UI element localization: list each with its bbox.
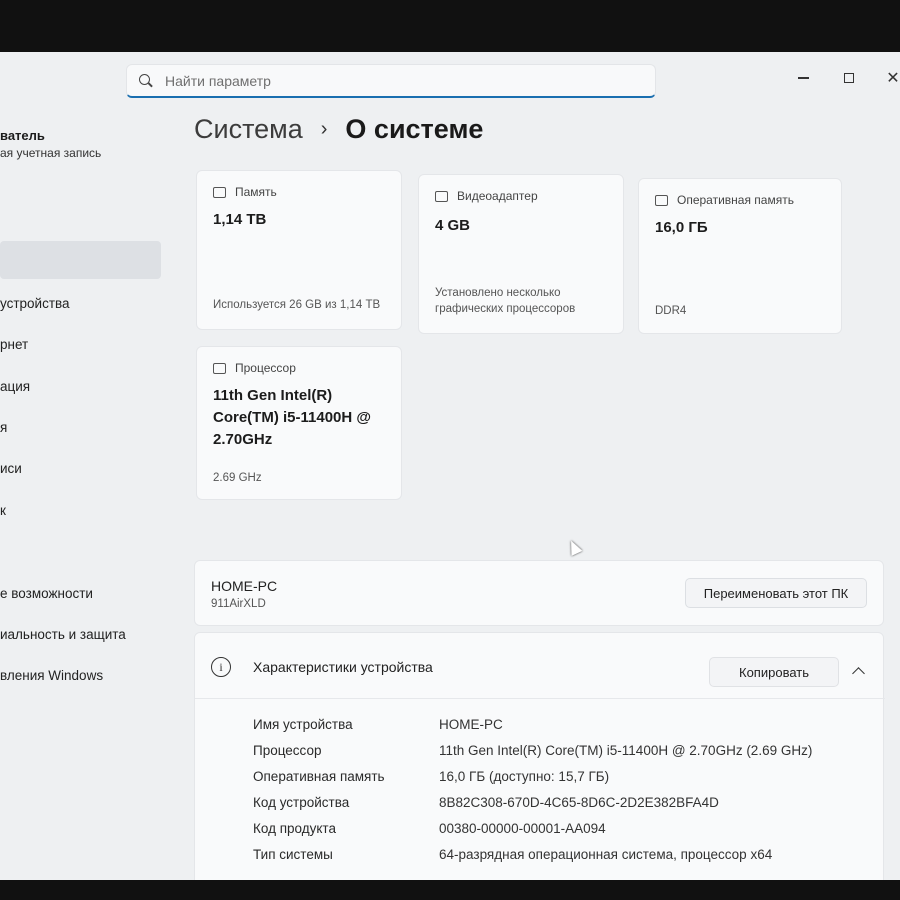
pc-model: 911AirXLD	[211, 598, 266, 610]
ram-value: 16,0 ГБ	[655, 219, 708, 236]
cpu-card[interactable]: Процессор 11th Gen Intel(R) Core(TM) i5-…	[196, 346, 402, 500]
spec-value: 16,0 ГБ (доступно: 15,7 ГБ)	[439, 769, 610, 784]
storage-card-title: Память	[235, 185, 277, 199]
copy-button[interactable]: Копировать	[709, 657, 839, 687]
storage-usage: Используется 26 GB из 1,14 TB	[213, 299, 381, 311]
spec-row-system-type: Тип системы 64-разрядная операционная си…	[253, 847, 873, 873]
spec-label: Код устройства	[253, 795, 350, 810]
spec-label: Код продукта	[253, 821, 336, 836]
spec-value: 64-разрядная операционная система, проце…	[439, 847, 773, 862]
pc-name: HOME-PC	[211, 578, 278, 594]
storage-value: 1,14 TB	[213, 211, 267, 228]
sidebar-item-apps[interactable]: я	[0, 420, 7, 435]
minimize-icon	[797, 77, 809, 79]
ram-type: DDR4	[655, 305, 687, 317]
sidebar-item-network[interactable]: рнет	[0, 337, 28, 352]
mouse-cursor-icon	[565, 538, 583, 556]
search-box[interactable]	[126, 64, 656, 98]
cpu-value: 11th Gen Intel(R) Core(TM) i5-11400H @ 2…	[213, 387, 372, 448]
spec-row-device-name: Имя устройства HOME-PC	[253, 717, 873, 743]
search-icon	[139, 73, 153, 88]
spec-label: Тип системы	[253, 847, 333, 862]
device-specifications-header[interactable]: i Характеристики устройства Копировать	[195, 633, 885, 699]
cpu-card-title: Процессор	[235, 361, 296, 375]
spec-label: Процессор	[253, 743, 322, 758]
sidebar-item-privacy-security[interactable]: иальность и защита	[0, 627, 126, 642]
sidebar-item-accounts[interactable]: иси	[0, 461, 22, 476]
breadcrumb-parent[interactable]: Система	[194, 114, 303, 145]
cpu-card-header: Процессор	[213, 361, 296, 375]
settings-window: ✕ ватель ая учетная запись устройства рн…	[0, 52, 900, 880]
spec-row-product-id: Код продукта 00380-00000-00001-AA094	[253, 821, 873, 847]
close-button[interactable]: ✕	[878, 66, 900, 90]
breadcrumb-separator: ›	[320, 118, 328, 140]
minimize-button[interactable]	[788, 66, 818, 90]
spec-value: 11th Gen Intel(R) Core(TM) i5-11400H @ 2…	[439, 743, 813, 758]
search-input[interactable]	[165, 72, 645, 89]
gpu-card-header: Видеоадаптер	[435, 189, 538, 203]
processor-icon	[213, 362, 226, 374]
gpu-value: 4 GB	[435, 217, 471, 234]
spec-row-processor: Процессор 11th Gen Intel(R) Core(TM) i5-…	[253, 743, 873, 769]
gpu-note: Установлено несколько графических процес…	[435, 287, 576, 315]
sidebar-item-devices[interactable]: устройства	[0, 296, 70, 311]
maximize-button[interactable]	[834, 66, 864, 90]
spec-label: Оперативная память	[253, 769, 385, 784]
cpu-frequency: 2.69 GHz	[213, 472, 262, 484]
screen-bezel-top	[0, 0, 900, 52]
device-specifications-panel: i Характеристики устройства Копировать И…	[194, 632, 885, 880]
ram-card-title: Оперативная память	[677, 193, 794, 207]
sidebar-item-accessibility[interactable]: е возможности	[0, 586, 93, 601]
ram-icon	[655, 194, 668, 206]
sidebar-item-windows-update[interactable]: вления Windows	[0, 668, 103, 683]
ram-card-header: Оперативная память	[655, 193, 794, 207]
pc-name-panel: HOME-PC 911AirXLD Переименовать этот ПК	[194, 560, 884, 626]
gpu-card-title: Видеоадаптер	[457, 189, 538, 203]
info-icon: i	[211, 657, 231, 677]
spec-label: Имя устройства	[253, 717, 353, 732]
display-adapter-icon	[435, 190, 448, 202]
sidebar-item-personalization[interactable]: ация	[0, 379, 30, 394]
close-icon: ✕	[886, 70, 900, 87]
sidebar: ватель ая учетная запись устройства рнет…	[0, 100, 170, 880]
rename-pc-button[interactable]: Переименовать этот ПК	[685, 578, 867, 608]
user-account-type: ая учетная запись	[0, 146, 102, 160]
user-name[interactable]: ватель	[0, 128, 45, 143]
gpu-card[interactable]: Видеоадаптер 4 GB Установлено несколько …	[418, 174, 624, 334]
maximize-icon	[844, 73, 854, 83]
title-bar: ✕	[0, 52, 900, 100]
storage-card-header: Память	[213, 185, 277, 199]
breadcrumb: Система › О системе	[194, 114, 483, 145]
storage-card[interactable]: Память 1,14 TB Используется 26 GB из 1,1…	[196, 170, 402, 330]
spec-row-device-id: Код устройства 8B82C308-670D-4C65-8D6C-2…	[253, 795, 873, 821]
ram-card[interactable]: Оперативная память 16,0 ГБ DDR4	[638, 178, 842, 334]
spec-value: 00380-00000-00001-AA094	[439, 821, 606, 836]
sidebar-item-time-language[interactable]: к	[0, 503, 6, 518]
chevron-up-icon[interactable]	[851, 664, 867, 680]
sidebar-item-system-selected[interactable]	[0, 241, 161, 279]
spec-value: 8B82C308-670D-4C65-8D6C-2D2E382BFA4D	[439, 795, 719, 810]
spec-row-ram: Оперативная память 16,0 ГБ (доступно: 15…	[253, 769, 873, 795]
device-specifications-title: Характеристики устройства	[253, 659, 433, 675]
storage-icon	[213, 186, 226, 198]
screen-bezel-bottom	[0, 880, 900, 900]
spec-value: HOME-PC	[439, 717, 503, 732]
page-title: О системе	[345, 114, 484, 144]
